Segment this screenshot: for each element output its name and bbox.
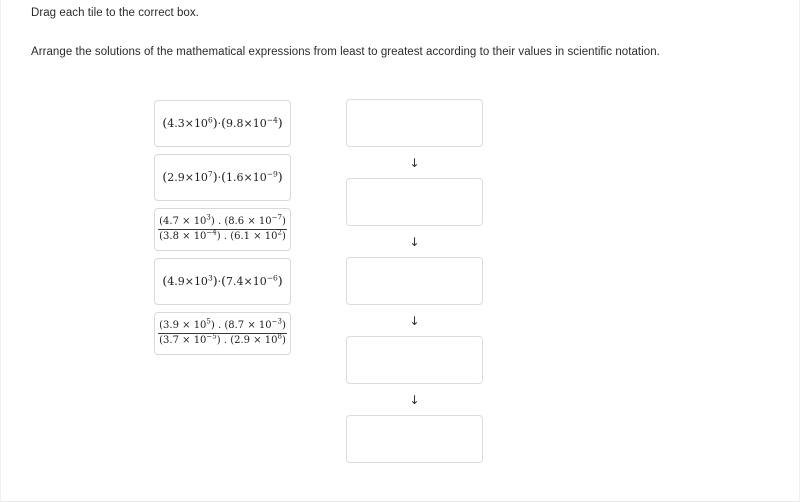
instruction-line-2: Arrange the solutions of the mathematica… bbox=[31, 46, 660, 58]
down-arrow-icon-3: ↓ bbox=[409, 313, 420, 328]
tile-5[interactable]: (3.9 × 105) . (8.7 × 10−3) (3.7 × 10−5) … bbox=[154, 312, 291, 355]
tile-2[interactable]: (2.9×107)·(1.6×10−9) bbox=[154, 154, 291, 201]
worksheet-page: Drag each tile to the correct box. Arran… bbox=[0, 0, 800, 502]
tile-5-expression: (3.9 × 105) . (8.7 × 10−3) (3.7 × 10−5) … bbox=[158, 318, 287, 348]
down-arrow-icon-2: ↓ bbox=[409, 234, 420, 249]
drop-box-2[interactable] bbox=[346, 178, 483, 226]
drop-box-3[interactable] bbox=[346, 257, 483, 305]
tile-4-expression: (4.9×103)·(7.4×10−6) bbox=[162, 273, 283, 289]
tile-3-expression: (4.7 × 103) . (8.6 × 10−7) (3.8 × 10−4) … bbox=[158, 214, 287, 244]
drop-box-4[interactable] bbox=[346, 336, 483, 384]
drop-box-1[interactable] bbox=[346, 99, 483, 147]
tile-1[interactable]: (4.3×106)·(9.8×10−4) bbox=[154, 100, 291, 147]
tile-5-denominator: (3.7 × 10−5) . (2.9 × 108) bbox=[159, 332, 286, 346]
tile-3[interactable]: (4.7 × 103) . (8.6 × 10−7) (3.8 × 10−4) … bbox=[154, 208, 291, 251]
tile-5-numerator: (3.9 × 105) . (8.7 × 10−3) bbox=[158, 318, 287, 334]
down-arrow-icon-1: ↓ bbox=[409, 155, 420, 170]
instruction-line-1: Drag each tile to the correct box. bbox=[31, 7, 199, 19]
tile-4[interactable]: (4.9×103)·(7.4×10−6) bbox=[154, 258, 291, 305]
drop-boxes-column: ↓ ↓ ↓ ↓ bbox=[346, 99, 483, 463]
tile-2-expression: (2.9×107)·(1.6×10−9) bbox=[162, 169, 283, 185]
instructions: Drag each tile to the correct box. Arran… bbox=[31, 6, 771, 59]
drop-box-5[interactable] bbox=[346, 415, 483, 463]
tile-3-denominator: (3.8 × 10−4) . (6.1 × 102) bbox=[159, 228, 286, 242]
tile-3-numerator: (4.7 × 103) . (8.6 × 10−7) bbox=[158, 214, 287, 230]
down-arrow-icon-4: ↓ bbox=[409, 392, 420, 407]
tiles-column: (4.3×106)·(9.8×10−4) (2.9×107)·(1.6×10−9… bbox=[154, 100, 291, 362]
tile-1-expression: (4.3×106)·(9.8×10−4) bbox=[162, 115, 283, 131]
